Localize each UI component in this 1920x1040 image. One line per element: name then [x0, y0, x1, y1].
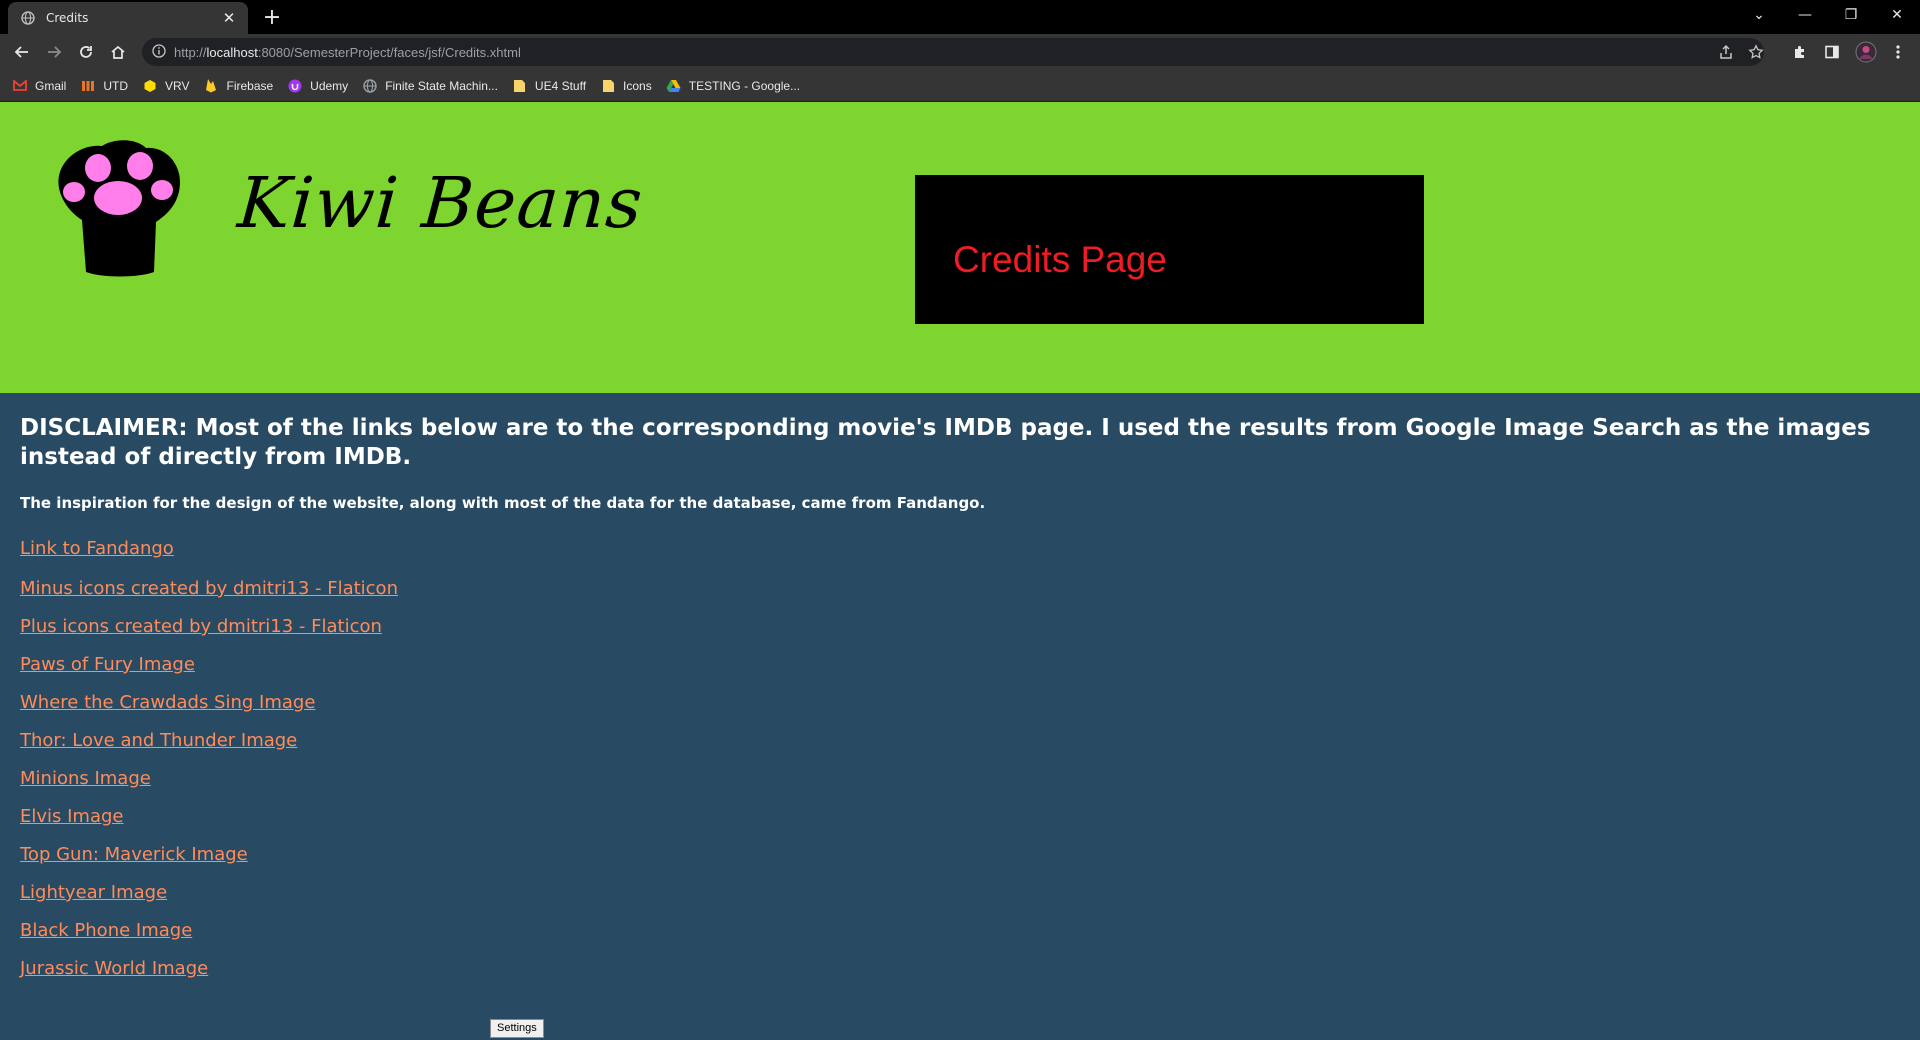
globe-icon [362, 78, 378, 94]
restore-button[interactable]: ❐ [1828, 0, 1874, 30]
bookmark-item[interactable]: Udemy [287, 78, 348, 94]
share-icon[interactable] [1712, 38, 1740, 66]
firebase-icon [203, 78, 219, 94]
bookmark-item[interactable]: TESTING - Google... [666, 78, 800, 94]
settings-button[interactable]: Settings [490, 1019, 544, 1038]
folder-icon [512, 78, 528, 94]
credit-links-list: Link to Fandango Minus icons created by … [20, 530, 1900, 988]
page-title: Credits Page [953, 239, 1167, 280]
site-header: Kiwi Beans Credits Page [0, 102, 1920, 393]
disclaimer-heading: DISCLAIMER: Most of the links below are … [20, 415, 1871, 470]
link-where-the-crawdads-sing-image[interactable]: Where the Crawdads Sing Image [20, 684, 315, 722]
inspiration-text: The inspiration for the design of the we… [20, 494, 986, 512]
new-tab-button[interactable]: + [258, 4, 286, 32]
site-brand-name: Kiwi Beans [235, 162, 646, 244]
gmail-icon [12, 78, 28, 94]
browser-tab-strip: Credits ✕ + ⌄ — ❐ ✕ [0, 0, 1920, 34]
bookmark-label: VRV [165, 78, 190, 93]
page-content: Kiwi Beans Credits Page DISCLAIMER: Most… [0, 102, 1920, 1040]
link-elvis-image[interactable]: Elvis Image [20, 798, 124, 836]
address-bar[interactable]: http://localhost:8080/SemesterProject/fa… [142, 38, 1764, 66]
bookmark-item[interactable]: UE4 Stuff [512, 78, 586, 94]
link-thor-love-and-thunder-image[interactable]: Thor: Love and Thunder Image [20, 722, 297, 760]
bookmark-item[interactable]: Finite State Machin... [362, 78, 498, 94]
url-text: http://localhost:8080/SemesterProject/fa… [174, 44, 521, 60]
credits-content: DISCLAIMER: Most of the links below are … [20, 414, 1900, 988]
bookmark-label: Gmail [35, 78, 67, 93]
bookmark-label: Firebase [226, 78, 274, 93]
forward-arrow-icon[interactable] [40, 38, 68, 66]
bookmark-label: Icons [623, 78, 652, 93]
page-title-box: Credits Page [915, 175, 1424, 324]
bookmark-item[interactable]: Icons [600, 78, 652, 94]
drive-icon [666, 78, 682, 94]
link-plus-icons-flaticon[interactable]: Plus icons created by dmitri13 - Flatico… [20, 608, 382, 646]
bookmark-item[interactable]: Gmail [12, 78, 66, 94]
bookmarks-bar: Gmail UTD VRV Firebase Udemy Finite State Mac… [0, 70, 1920, 102]
link-lightyear-image[interactable]: Lightyear Image [20, 874, 167, 912]
tab-search-dropdown-icon[interactable]: ⌄ [1736, 0, 1782, 30]
vrv-icon [142, 78, 158, 94]
link-paws-of-fury-image[interactable]: Paws of Fury Image [20, 646, 195, 684]
utd-icon [80, 78, 96, 94]
reload-icon[interactable] [72, 38, 100, 66]
link-minions-image[interactable]: Minions Image [20, 760, 151, 798]
minimize-button[interactable]: — [1782, 0, 1828, 30]
link-minus-icons-flaticon[interactable]: Minus icons created by dmitri13 - Flatic… [20, 570, 398, 608]
udemy-icon [287, 78, 303, 94]
folder-icon [600, 78, 616, 94]
extensions-puzzle-icon[interactable] [1786, 38, 1814, 66]
home-icon[interactable] [104, 38, 132, 66]
close-window-button[interactable]: ✕ [1874, 0, 1920, 30]
bookmark-item[interactable]: Firebase [203, 78, 273, 94]
browser-toolbar: http://localhost:8080/SemesterProject/fa… [0, 34, 1920, 70]
side-panel-icon[interactable] [1818, 38, 1846, 66]
site-info-icon[interactable] [152, 43, 166, 62]
back-arrow-icon[interactable] [8, 38, 36, 66]
browser-menu-kebab-icon[interactable] [1884, 38, 1912, 66]
browser-tab-credits[interactable]: Credits ✕ [8, 2, 248, 34]
bookmark-item[interactable]: VRV [142, 78, 189, 94]
link-fandango[interactable]: Link to Fandango [20, 530, 174, 570]
bookmark-star-icon[interactable] [1742, 38, 1770, 66]
close-tab-icon[interactable]: ✕ [220, 9, 238, 27]
bookmark-label: UE4 Stuff [534, 78, 587, 93]
link-jurassic-world-image[interactable]: Jurassic World Image [20, 950, 208, 988]
paw-logo-icon [58, 140, 180, 277]
bookmark-label: UTD [103, 78, 129, 93]
bookmark-item[interactable]: UTD [80, 78, 128, 94]
profile-avatar[interactable] [1852, 38, 1880, 66]
tab-title: Credits [46, 11, 89, 25]
link-black-phone-image[interactable]: Black Phone Image [20, 912, 192, 950]
bookmark-label: TESTING - Google... [688, 78, 801, 93]
bookmark-label: Finite State Machin... [385, 78, 498, 93]
link-top-gun-maverick-image[interactable]: Top Gun: Maverick Image [20, 836, 248, 874]
globe-icon [20, 10, 36, 26]
bookmark-label: Udemy [310, 78, 349, 93]
